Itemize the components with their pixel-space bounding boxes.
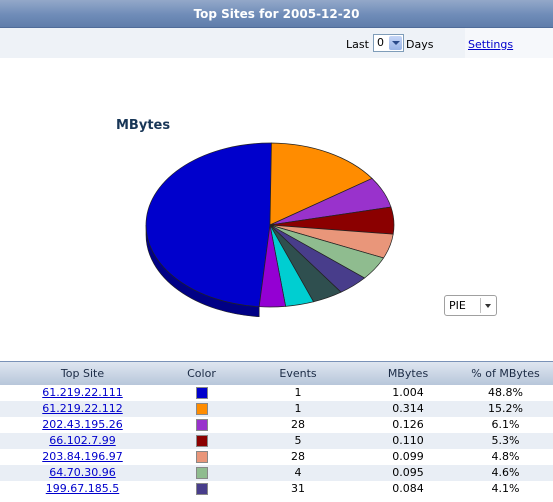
- color-swatch: [195, 483, 208, 495]
- site-link[interactable]: 202.43.195.26: [42, 418, 122, 431]
- cell-mbytes: 0.095: [392, 466, 424, 479]
- site-link[interactable]: 64.70.30.96: [49, 466, 115, 479]
- table-row: 64.70.30.96 4 0.095 4.6%: [0, 464, 553, 481]
- cell-events: 1: [294, 402, 302, 415]
- table-row: 61.219.22.112 1 0.314 15.2%: [0, 400, 553, 417]
- cell-mbytes: 0.110: [392, 434, 424, 447]
- cell-events: 5: [294, 434, 302, 447]
- header-color[interactable]: Color: [165, 361, 238, 385]
- table-row: 203.84.196.97 28 0.099 4.8%: [0, 449, 553, 465]
- header-top-site[interactable]: Top Site: [0, 361, 165, 385]
- cell-pct: 4.8%: [491, 450, 520, 463]
- chart-type-select[interactable]: PIE: [444, 295, 497, 316]
- cell-events: 28: [291, 450, 305, 463]
- cell-mbytes: 0.099: [392, 450, 424, 463]
- table-row: 199.67.185.5 31 0.084 4.1%: [0, 481, 553, 497]
- cell-events: 1: [294, 386, 302, 399]
- cell-pct: 4.6%: [491, 466, 520, 479]
- chevron-down-icon[interactable]: [485, 304, 491, 308]
- header-events[interactable]: Events: [238, 361, 358, 385]
- table-row: 202.43.195.26 28 0.126 6.1%: [0, 417, 553, 433]
- cell-events: 31: [291, 482, 305, 495]
- cell-color: [165, 401, 238, 417]
- cell-pct: 4.1%: [491, 482, 520, 495]
- site-link[interactable]: 61.219.22.111: [42, 386, 122, 399]
- site-link[interactable]: 203.84.196.97: [42, 450, 122, 463]
- cell-site: 199.67.185.5: [0, 481, 165, 497]
- cell-color: [165, 417, 238, 433]
- color-swatch: [195, 387, 208, 399]
- cell-pct: 6.1%: [491, 418, 520, 431]
- cell-site: 61.219.22.111: [0, 385, 165, 401]
- cell-mbytes: 1.004: [392, 386, 424, 399]
- chart-type-value: PIE: [449, 299, 466, 312]
- cell-site: 64.70.30.96: [0, 465, 165, 481]
- site-link[interactable]: 66.102.7.99: [49, 434, 115, 447]
- color-swatch: [195, 451, 208, 463]
- cell-events: 28: [291, 418, 305, 431]
- cell-events: 4: [294, 466, 302, 479]
- cell-pct: 15.2%: [488, 402, 523, 415]
- color-swatch: [195, 419, 208, 431]
- cell-color: [165, 449, 238, 465]
- cell-site: 66.102.7.99: [0, 433, 165, 449]
- cell-mbytes: 0.084: [392, 482, 424, 495]
- top-sites-table: Top Site Color Events MBytes % of MBytes…: [0, 361, 553, 497]
- cell-mbytes: 0.314: [392, 402, 424, 415]
- color-swatch: [195, 403, 208, 415]
- cell-pct: 5.3%: [491, 434, 520, 447]
- cell-color: [165, 433, 238, 449]
- cell-site: 202.43.195.26: [0, 417, 165, 433]
- cell-mbytes: 0.126: [392, 418, 424, 431]
- cell-color: [165, 481, 238, 497]
- cell-color: [165, 385, 238, 401]
- site-link[interactable]: 199.67.185.5: [46, 482, 119, 495]
- cell-pct: 48.8%: [488, 386, 523, 399]
- color-swatch: [195, 467, 208, 479]
- table-row: 66.102.7.99 5 0.110 5.3%: [0, 432, 553, 449]
- pie-slice: [145, 142, 272, 308]
- table-header-row: Top Site Color Events MBytes % of MBytes: [0, 361, 553, 385]
- color-swatch: [195, 435, 208, 447]
- site-link[interactable]: 61.219.22.112: [42, 402, 122, 415]
- select-divider: [480, 298, 481, 313]
- header-pct-mbytes[interactable]: % of MBytes: [458, 361, 553, 385]
- table-row: 61.219.22.111 1 1.004 48.8%: [0, 385, 553, 401]
- cell-site: 203.84.196.97: [0, 449, 165, 465]
- cell-site: 61.219.22.112: [0, 401, 165, 417]
- header-mbytes[interactable]: MBytes: [358, 361, 458, 385]
- cell-color: [165, 465, 238, 481]
